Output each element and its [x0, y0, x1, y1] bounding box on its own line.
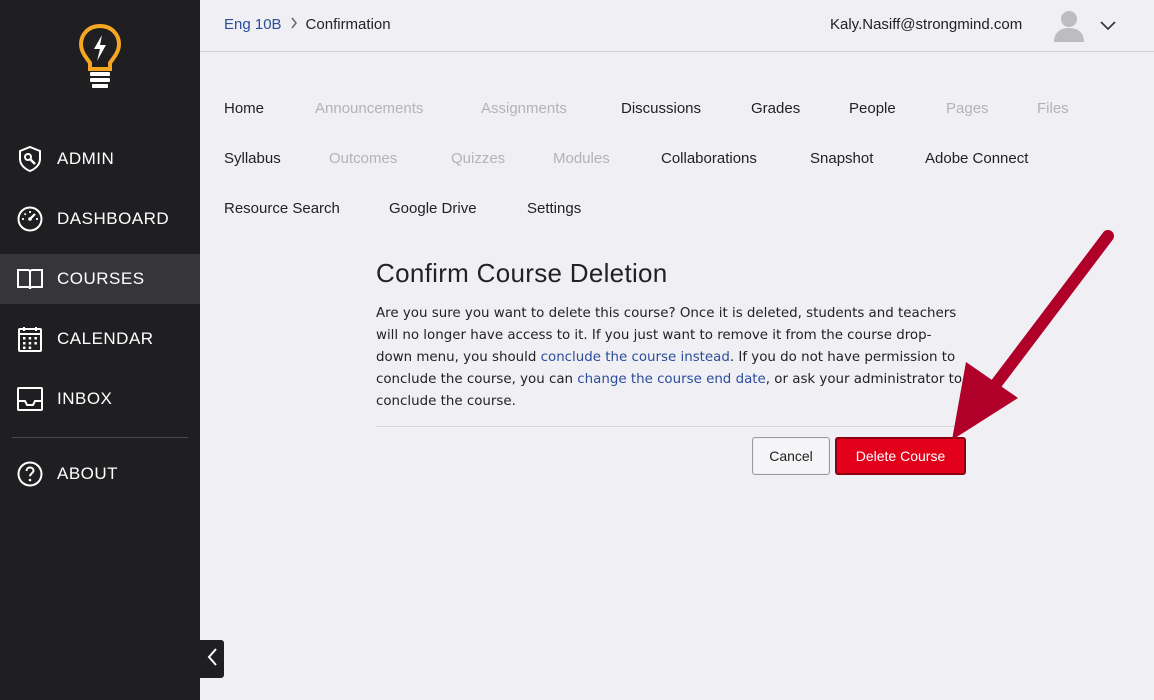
- dashboard-gauge-icon: [16, 205, 44, 233]
- course-nav-discussions[interactable]: Discussions: [621, 100, 701, 117]
- breadcrumb-course-link[interactable]: Eng 10B: [224, 16, 282, 33]
- course-nav-announcements: Announcements: [315, 100, 424, 117]
- user-email[interactable]: Kaly.Nasiff@strongmind.com: [830, 16, 1022, 33]
- course-nav-google-drive[interactable]: Google Drive: [389, 200, 477, 217]
- sidebar: ADMIN DASHBOARD COURSES CALENDAR INBOX A…: [0, 0, 200, 700]
- sidebar-item-label: DASHBOARD: [57, 209, 170, 228]
- question-circle-icon: [16, 460, 44, 488]
- cancel-button[interactable]: Cancel: [752, 437, 830, 475]
- course-nav-collaborations[interactable]: Collaborations: [661, 150, 757, 167]
- lightbulb-logo-icon[interactable]: [78, 22, 122, 90]
- course-nav-assignments: Assignments: [481, 100, 567, 117]
- divider: [376, 426, 966, 427]
- course-nav-snapshot[interactable]: Snapshot: [810, 150, 873, 167]
- page-title: Confirm Course Deletion: [376, 258, 668, 288]
- chevron-right-icon: [290, 17, 298, 32]
- sidebar-divider: [12, 437, 188, 438]
- conclude-course-link[interactable]: conclude the course instead: [541, 350, 730, 365]
- chevron-down-icon[interactable]: [1100, 17, 1116, 33]
- course-nav-settings[interactable]: Settings: [527, 200, 581, 217]
- course-nav-home[interactable]: Home: [224, 100, 264, 117]
- delete-course-button-label: Delete Course: [855, 448, 946, 464]
- sidebar-collapse-button[interactable]: [200, 640, 224, 678]
- breadcrumb-current: Confirmation: [305, 16, 391, 33]
- course-nav-outcomes: Outcomes: [329, 150, 398, 167]
- sidebar-item-about[interactable]: ABOUT: [0, 449, 200, 499]
- delete-course-button[interactable]: Delete Course: [835, 437, 966, 475]
- admin-shield-icon: [16, 145, 44, 173]
- change-end-date-link[interactable]: change the course end date: [577, 372, 765, 387]
- course-nav-grades[interactable]: Grades: [751, 100, 800, 117]
- confirm-deletion-panel: Confirm Course Deletion Are you sure you…: [376, 258, 966, 475]
- sidebar-item-label: ADMIN: [57, 149, 115, 168]
- sidebar-item-label: CALENDAR: [57, 329, 154, 348]
- course-nav-pages: Pages: [946, 100, 989, 117]
- course-nav-modules: Modules: [553, 150, 610, 167]
- avatar[interactable]: [1052, 8, 1086, 42]
- user-avatar-icon: [1054, 11, 1084, 42]
- sidebar-item-dashboard[interactable]: DASHBOARD: [0, 194, 200, 244]
- sidebar-item-admin[interactable]: ADMIN: [0, 134, 200, 184]
- top-bar: Eng 10B Confirmation Kaly.Nasiff@strongm…: [200, 0, 1154, 52]
- chevron-left-icon: [206, 647, 218, 672]
- sidebar-item-label: INBOX: [57, 389, 113, 408]
- sidebar-item-inbox[interactable]: INBOX: [0, 374, 200, 424]
- confirmation-message: Are you sure you want to delete this cou…: [376, 303, 966, 413]
- course-nav-quizzes: Quizzes: [451, 150, 506, 167]
- cancel-button-label: Cancel: [769, 448, 813, 464]
- breadcrumb: Eng 10B Confirmation: [224, 16, 391, 33]
- course-nav-resource-search[interactable]: Resource Search: [224, 200, 340, 217]
- sidebar-item-courses[interactable]: COURSES: [0, 254, 200, 304]
- sidebar-item-label: COURSES: [57, 269, 145, 288]
- courses-book-icon: [16, 265, 44, 293]
- sidebar-item-calendar[interactable]: CALENDAR: [0, 314, 200, 364]
- calendar-icon: [16, 325, 44, 353]
- course-nav-adobe-connect[interactable]: Adobe Connect: [925, 150, 1028, 167]
- inbox-tray-icon: [16, 385, 44, 413]
- course-nav-syllabus[interactable]: Syllabus: [224, 150, 281, 167]
- course-nav-people[interactable]: People: [849, 100, 896, 117]
- course-nav-files: Files: [1037, 100, 1069, 117]
- sidebar-item-label: ABOUT: [57, 464, 119, 483]
